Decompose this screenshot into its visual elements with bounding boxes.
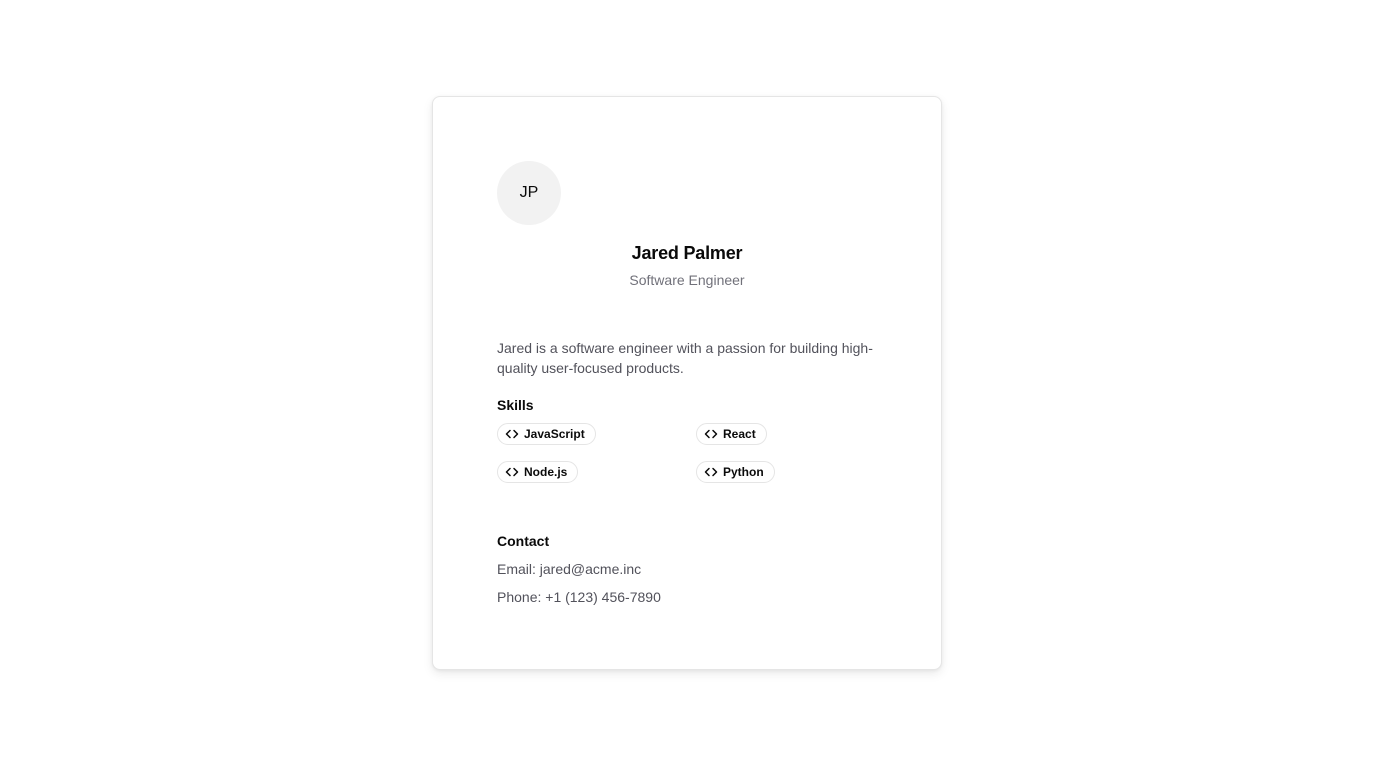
skill-badge-javascript: JavaScript <box>497 423 596 445</box>
skills-list: JavaScript React Node.js Python <box>497 423 895 483</box>
skill-badge-python: Python <box>696 461 775 483</box>
profile-name: Jared Palmer <box>631 243 743 263</box>
profile-bio: Jared is a software engineer with a pass… <box>497 340 873 376</box>
contact-heading: Contact <box>497 533 550 549</box>
profile-card: JP Jared Palmer Software Engineer Jared … <box>432 96 942 670</box>
code-icon <box>505 427 519 441</box>
skill-label: Python <box>723 465 764 479</box>
skill-badge-nodejs: Node.js <box>497 461 579 483</box>
avatar-initials: JP <box>519 184 539 201</box>
skill-label: React <box>723 427 756 441</box>
avatar: JP <box>497 161 561 225</box>
code-icon <box>505 465 519 479</box>
skills-heading: Skills <box>497 397 534 413</box>
skill-badge-react: React <box>696 423 767 445</box>
skill-label: Node.js <box>524 465 568 479</box>
contact-email: Email: jared@acme.inc <box>497 561 642 577</box>
contact-phone: Phone: +1 (123) 456-7890 <box>497 589 661 605</box>
profile-role: Software Engineer <box>629 272 745 288</box>
code-icon <box>704 427 718 441</box>
code-icon <box>704 465 718 479</box>
skill-label: JavaScript <box>524 427 585 441</box>
